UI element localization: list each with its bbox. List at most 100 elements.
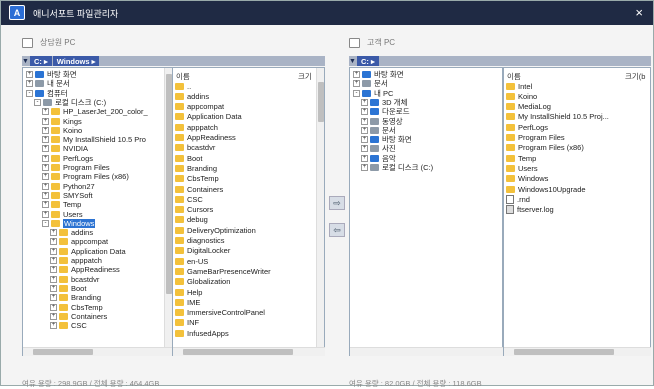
scroll-thumb[interactable]	[183, 349, 293, 355]
tree-item[interactable]: + SMYSoft	[42, 191, 93, 200]
left-list-scrollbar[interactable]	[316, 68, 324, 347]
list-item[interactable]: diagnostics	[175, 236, 225, 246]
copy-to-customer-button[interactable]: ⇨	[329, 196, 345, 210]
tree-item[interactable]: + Users	[42, 210, 83, 219]
scroll-thumb[interactable]	[33, 349, 93, 355]
right-tree-hscrollbar[interactable]	[350, 347, 503, 356]
tree-item[interactable]: - Windows	[42, 218, 96, 228]
left-folder-tree[interactable]: + 바탕 화면 + 내 문서 - 컴퓨터 - 로컬 디스크 (C:) + HP_LaserJet_…	[23, 68, 164, 347]
collapse-icon[interactable]: -	[353, 89, 360, 97]
tree-item[interactable]: + apppatch	[50, 256, 102, 265]
expand-icon[interactable]: +	[361, 164, 368, 171]
expand-icon[interactable]: +	[42, 108, 49, 116]
list-item[interactable]: PerfLogs	[506, 122, 548, 132]
column-size-header[interactable]: 크기	[298, 71, 312, 82]
collapse-icon[interactable]: -	[42, 219, 49, 227]
tree-item[interactable]: + Kings	[42, 117, 82, 126]
scroll-thumb[interactable]	[318, 82, 324, 122]
tree-item[interactable]: + Branding	[50, 293, 101, 302]
expand-icon[interactable]: +	[26, 71, 33, 78]
right-file-list-panel[interactable]: 이름 크기(b Intel Koino MediaLog My InstallShie…	[503, 67, 651, 356]
left-folder-tree-panel[interactable]: + 바탕 화면 + 내 문서 - 컴퓨터 - 로컬 디스크 (C:) + HP_LaserJet_…	[22, 67, 172, 356]
expand-icon[interactable]: +	[42, 126, 49, 134]
collapse-icon[interactable]: -	[34, 98, 41, 106]
expand-icon[interactable]: +	[42, 173, 49, 181]
column-size-header[interactable]: 크기(b	[625, 71, 645, 82]
copy-to-agent-button[interactable]: ⇦	[329, 223, 345, 237]
list-item[interactable]: ftserver.log	[506, 205, 554, 215]
tree-item[interactable]: + Boot	[50, 284, 86, 293]
list-item[interactable]: Program Files	[506, 133, 565, 143]
expand-icon[interactable]: +	[361, 108, 368, 116]
left-tree-hscrollbar[interactable]	[23, 347, 172, 356]
list-item[interactable]: Globalization	[175, 277, 230, 287]
list-item[interactable]: Users	[506, 163, 538, 173]
scroll-thumb[interactable]	[514, 349, 614, 355]
list-item[interactable]: CSC	[175, 194, 203, 204]
list-item[interactable]: .rnd	[506, 194, 530, 204]
tree-item[interactable]: + AppReadiness	[50, 265, 120, 274]
collapse-icon[interactable]: -	[26, 89, 33, 97]
expand-icon[interactable]: +	[361, 117, 368, 125]
tree-item[interactable]: + appcompat	[50, 237, 108, 246]
list-item[interactable]: Koino	[506, 91, 537, 101]
list-item[interactable]: bcastdvr	[175, 143, 215, 153]
expand-icon[interactable]: +	[42, 117, 49, 125]
expand-icon[interactable]: +	[50, 303, 57, 311]
right-folder-tree-panel[interactable]: + 바탕 화면 + 문서 - 내 PC +3D 개체 + 다운로드 + 동영상 + 문서 + 바탕 화면 + 사…	[349, 67, 503, 356]
list-item[interactable]: Program Files (x86)	[506, 143, 584, 153]
list-item[interactable]: INF	[175, 318, 199, 328]
expand-icon[interactable]: +	[50, 247, 57, 255]
left-file-list-panel[interactable]: 이름 크기 .. addins appcompat Application Data a…	[172, 67, 325, 356]
list-item[interactable]: apppatch	[175, 122, 218, 132]
list-item[interactable]: DigitalLocker	[175, 246, 230, 256]
expand-icon[interactable]: +	[42, 145, 49, 153]
list-item[interactable]: Application Data	[175, 112, 242, 122]
tree-item[interactable]: + HP_LaserJet_200_color_	[42, 107, 148, 116]
expand-icon[interactable]: +	[361, 98, 368, 106]
expand-icon[interactable]: +	[26, 80, 33, 88]
tree-item[interactable]: + CbsTemp	[50, 303, 103, 312]
expand-icon[interactable]: +	[50, 266, 57, 274]
list-item[interactable]: debug	[175, 215, 208, 225]
list-item[interactable]: AppReadiness	[175, 133, 236, 143]
expand-icon[interactable]: +	[353, 71, 360, 78]
list-item[interactable]: DeliveryOptimization	[175, 225, 256, 235]
tree-item[interactable]: + My InstallShield 10.5 Pro	[42, 135, 146, 144]
right-folder-tree[interactable]: + 바탕 화면 + 문서 - 내 PC +3D 개체 + 다운로드 + 동영상 + 문서 + 바탕 화면 + 사…	[350, 68, 503, 347]
list-item[interactable]: Help	[175, 287, 202, 297]
list-item[interactable]: Containers	[175, 184, 223, 194]
tree-item[interactable]: + NVIDIA	[42, 144, 88, 153]
list-item[interactable]: InfusedApps	[175, 328, 229, 338]
tree-item[interactable]: + Containers	[50, 312, 107, 321]
left-list-hscrollbar[interactable]	[173, 347, 325, 356]
list-item[interactable]: Windows10Upgrade	[506, 184, 586, 194]
expand-icon[interactable]: +	[361, 126, 368, 134]
list-item[interactable]: My InstallShield 10.5 Proj...	[506, 112, 609, 122]
tree-item[interactable]: + 로컬 디스크 (C:)	[361, 163, 433, 172]
expand-icon[interactable]: +	[50, 294, 57, 302]
list-item[interactable]: en-US	[175, 256, 208, 266]
expand-icon[interactable]: +	[50, 312, 57, 320]
expand-icon[interactable]: +	[42, 136, 49, 144]
list-item[interactable]: addins	[175, 91, 209, 101]
expand-icon[interactable]: +	[361, 136, 368, 144]
tree-item[interactable]: + Python27	[42, 182, 95, 191]
tree-item[interactable]: + Program Files	[42, 163, 110, 172]
list-item[interactable]: CbsTemp	[175, 174, 219, 184]
expand-icon[interactable]: +	[42, 191, 49, 199]
left-path-segment-windows[interactable]: Windows ▸	[52, 56, 100, 66]
tree-item[interactable]: + Koino	[42, 126, 82, 135]
close-icon[interactable]: ×	[635, 5, 643, 20]
tree-item[interactable]: + PerfLogs	[42, 154, 93, 163]
tree-item[interactable]: + Temp	[42, 200, 81, 209]
list-item[interactable]: Branding	[175, 163, 217, 173]
expand-icon[interactable]: +	[353, 80, 360, 88]
list-item[interactable]: IME	[175, 297, 200, 307]
tree-item[interactable]: + Application Data	[50, 247, 126, 256]
expand-icon[interactable]: +	[42, 201, 49, 209]
dropdown-arrow-icon[interactable]: ▼	[349, 58, 356, 65]
tree-item[interactable]: + CSC	[50, 321, 87, 330]
list-item[interactable]: appcompat	[175, 102, 224, 112]
expand-icon[interactable]: +	[42, 182, 49, 190]
